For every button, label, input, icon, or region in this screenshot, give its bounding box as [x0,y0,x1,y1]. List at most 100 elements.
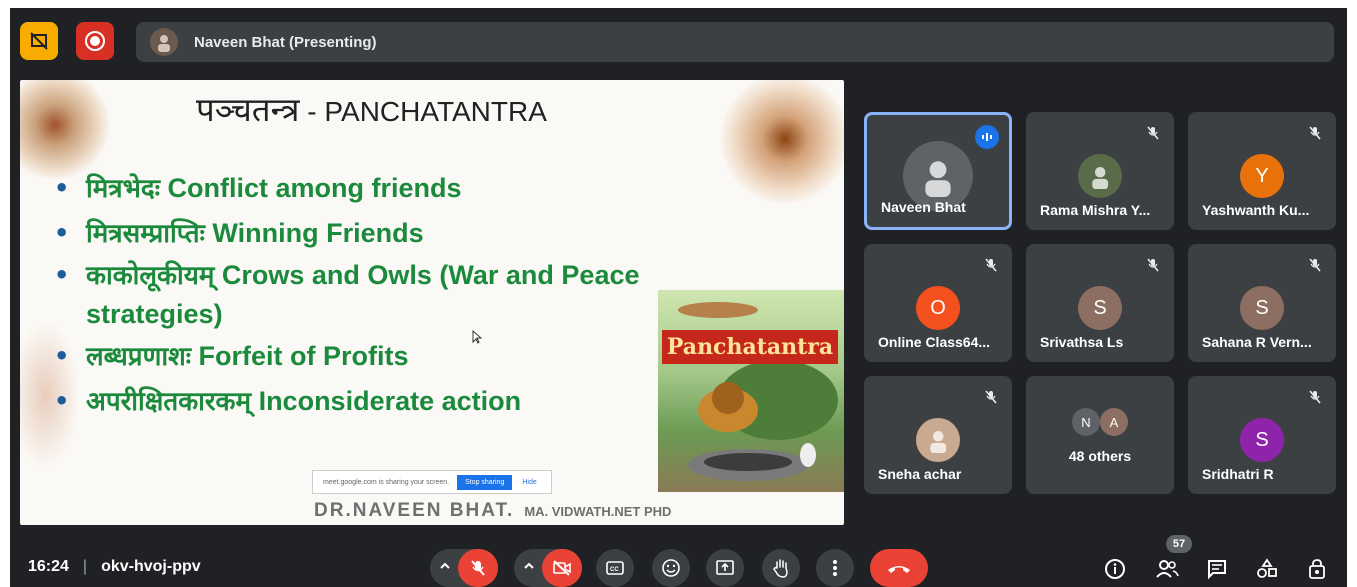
title-latin: - PANCHATANTRA [299,96,547,127]
participant-tile[interactable]: Rama Mishra Y... [1026,112,1174,230]
meeting-code[interactable]: okv-hvoj-ppv [101,558,201,576]
mic-off-icon [980,254,1002,276]
camera-off-icon [553,560,571,576]
bullet-english: Winning Friends [204,218,424,248]
list-item: काकोलूकीयम् Crows and Owls (War and Peac… [54,256,744,334]
slide-signature: DR.NAVEEN BHAT. MA. VIDWATH.NET PHD [314,500,671,522]
bullet-english: Forfeit of Profits [191,341,409,371]
bullet-english: Inconsiderate action [251,386,522,416]
list-item: मित्रभेदः Conflict among friends [54,166,744,211]
meeting-details-button[interactable] [1098,552,1132,586]
mouse-cursor-icon [472,329,483,347]
reactions-button[interactable] [652,549,690,587]
mic-off-icon [1142,122,1164,144]
avatar: S [1240,286,1284,330]
bullet-sanskrit: मित्रसम्प्राप्तिः [86,219,205,249]
avatar: S [1240,418,1284,462]
bullet-english: Conflict among friends [159,173,462,203]
divider: | [82,558,88,575]
participant-tile[interactable]: S Sahana R Vern... [1188,244,1336,362]
signature-credentials: MA. VIDWATH.NET PHD [524,504,672,519]
people-button[interactable] [1150,552,1184,586]
shared-screen-slide: पञ्चतन्त्र - PANCHATANTRA मित्रभेदः Conf… [20,80,844,525]
present-screen-button[interactable] [706,549,744,587]
info-icon [1105,559,1125,579]
title-sanskrit: पञ्चतन्त्र [196,90,300,129]
participant-name: Srivathsa Ls [1040,334,1124,350]
svg-text:CC: CC [610,567,619,573]
avatar [1078,154,1122,198]
presenting-banner: Naveen Bhat (Presenting) [136,22,1334,62]
captions-button[interactable]: CC [596,549,634,587]
others-count-label: 48 others [1068,448,1132,464]
people-icon [1156,560,1179,578]
mic-off-icon [1304,254,1326,276]
hang-up-icon [888,566,910,573]
more-vert-icon [833,560,837,576]
participant-tile[interactable]: S Sridhatri R [1188,376,1336,494]
microphone-control[interactable] [430,549,498,587]
participant-name: Sridhatri R [1202,466,1274,482]
leave-call-button[interactable] [870,549,928,587]
book-title: Panchatantra [666,334,834,360]
emoji-icon [662,559,680,577]
chevron-up-icon[interactable] [522,559,536,578]
participant-tile[interactable]: O Online Class64... [864,244,1012,362]
participant-tile[interactable]: Y Yashwanth Ku... [1188,112,1336,230]
participant-name: Sahana R Vern... [1202,334,1312,350]
camera-control[interactable] [514,549,582,587]
bullet-sanskrit: लब्धप्रणाशः [86,342,192,372]
avatar: Y [1240,154,1284,198]
avatar [150,28,178,56]
presenter-label: Naveen Bhat (Presenting) [194,33,377,51]
list-item: लब्धप्रणाशः Forfeit of Profits [54,334,744,379]
record-icon[interactable] [76,22,114,60]
bullet-list: मित्रभेदः Conflict among friends मित्रसम… [54,166,744,424]
others-tile[interactable]: N A 48 others [1026,376,1174,494]
present-layout-icon[interactable] [20,22,58,60]
participant-name: Yashwanth Ku... [1202,202,1310,218]
participant-name: Rama Mishra Y... [1040,202,1151,218]
activities-icon [1257,558,1277,578]
slide-title: पञ्चतन्त्र - PANCHATANTRA [196,86,547,131]
more-options-button[interactable] [816,549,854,587]
avatar: N [1072,408,1100,436]
hide-link[interactable]: Hide [522,479,536,486]
mic-off-icon [980,386,1002,408]
screen-share-notice: meet.google.com is sharing your screen. … [312,470,552,494]
participant-name: Sneha achar [878,466,962,482]
camera-off-button[interactable] [542,549,582,587]
mic-off-button[interactable] [458,549,498,587]
avatar: A [1100,408,1128,436]
bullet-sanskrit: काकोलूकीयम् [86,261,215,291]
stop-sharing-button[interactable]: Stop sharing [457,474,513,490]
host-controls-lock-icon [1309,559,1325,579]
chat-button[interactable] [1200,552,1234,586]
present-screen-icon [716,560,734,575]
book-title-banner: Panchatantra [662,330,838,364]
book-cover-image: Panchatantra [658,290,844,492]
top-bar: Naveen Bhat (Presenting) [20,22,1334,64]
avatar: S [1078,286,1122,330]
signature-name: DR.NAVEEN BHAT. [314,500,515,521]
list-item: अपरीक्षितकारकम् Inconsiderate action [54,379,744,424]
bullet-sanskrit: मित्रभेदः [86,174,160,204]
people-count-badge: 57 [1166,535,1192,553]
bullet-sanskrit: अपरीक्षितकारकम् [86,387,252,417]
participant-tile[interactable]: Sneha achar [864,376,1012,494]
raise-hand-button[interactable] [762,549,800,587]
mic-off-icon [1304,122,1326,144]
participant-name: Naveen Bhat [881,199,966,215]
participant-tile[interactable]: S Srivathsa Ls [1026,244,1174,362]
mic-off-icon [471,560,485,576]
flower-decoration-icon [20,80,110,180]
mic-off-icon [1304,386,1326,408]
hand-icon [773,559,788,578]
chevron-up-icon[interactable] [438,559,452,578]
clock-time: 16:24 [28,558,69,575]
list-item: मित्रसम्प्राप्तिः Winning Friends [54,211,744,256]
participant-tile[interactable]: Naveen Bhat [864,112,1012,230]
participant-name: Online Class64... [878,334,991,350]
activities-button[interactable] [1250,552,1284,586]
host-controls-button[interactable] [1300,552,1334,586]
